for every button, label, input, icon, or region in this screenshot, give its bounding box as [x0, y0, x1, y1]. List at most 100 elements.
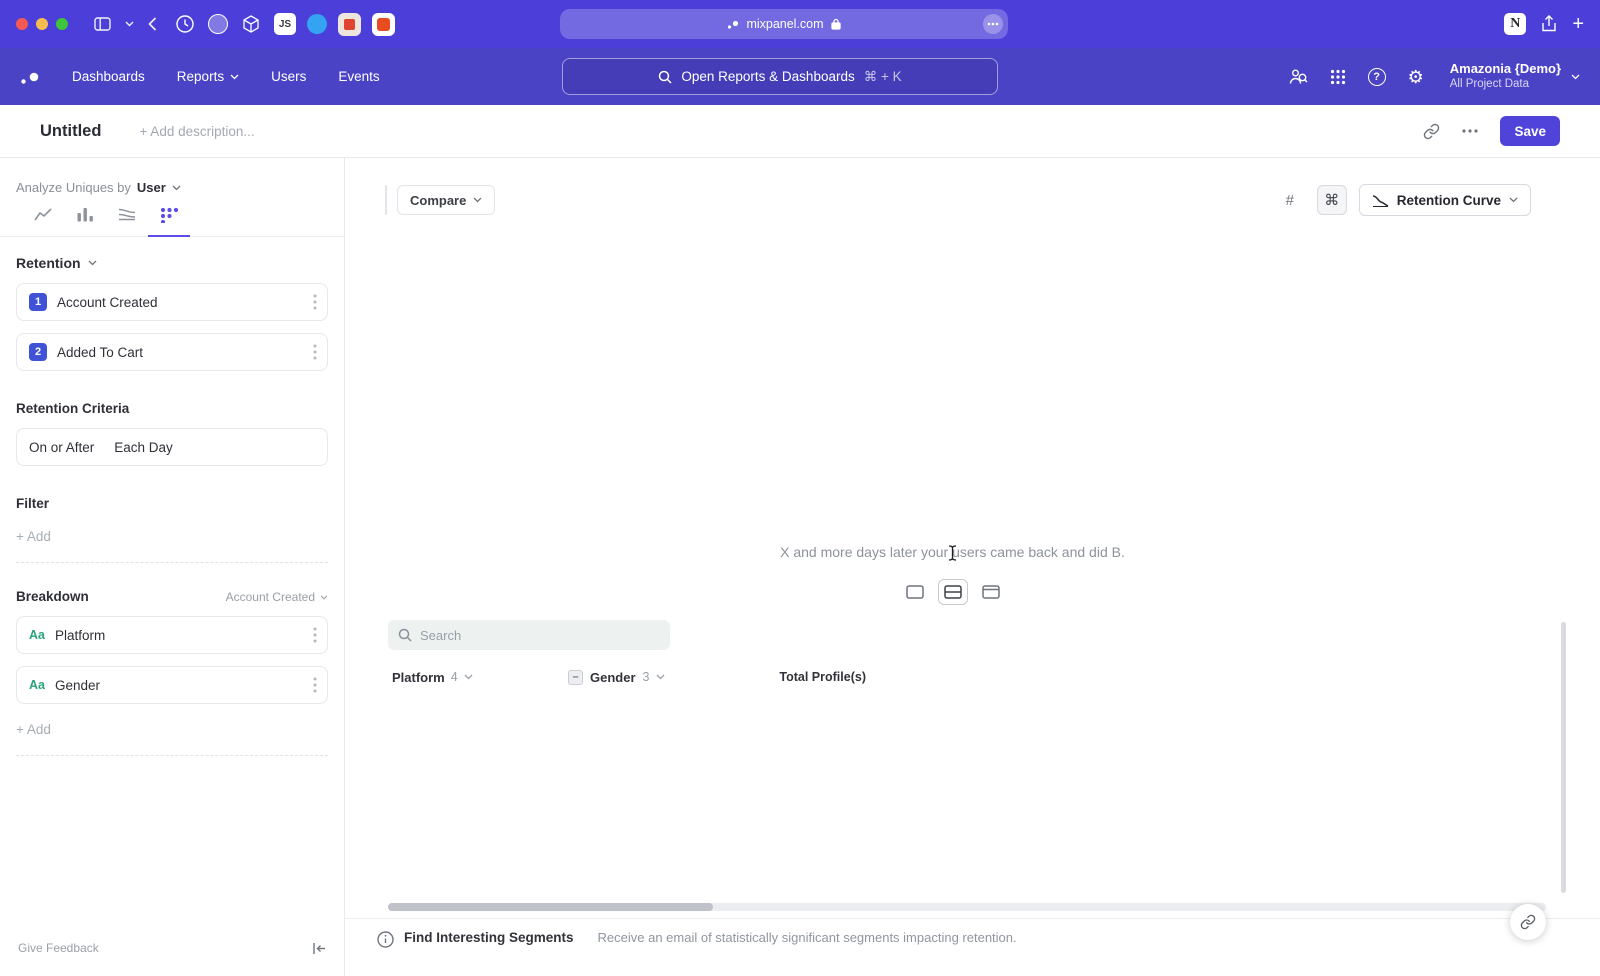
step-number-badge: 2: [29, 343, 47, 361]
lock-icon: [831, 18, 841, 30]
filter-heading: Filter: [16, 496, 328, 511]
back-button[interactable]: [148, 17, 157, 31]
help-icon[interactable]: ?: [1368, 68, 1386, 86]
keyboard-shortcuts-icon[interactable]: ⌘: [1317, 185, 1347, 215]
step-number-badge: 1: [29, 293, 47, 311]
extension-js-icon[interactable]: JS: [274, 13, 296, 35]
retention-table: Platform 4 – Gender 3 Total Profile(s): [388, 618, 1555, 899]
breakdown-label: Gender: [55, 678, 100, 693]
text-cursor: [948, 545, 957, 561]
mixpanel-favicon: [727, 18, 739, 30]
breakdown-platform[interactable]: Aa Platform: [16, 616, 328, 654]
extension-icon-5[interactable]: [307, 14, 327, 34]
retention-step-2[interactable]: 2 Added To Cart: [16, 333, 328, 371]
table-search[interactable]: [388, 620, 670, 650]
extension-icon-6[interactable]: [338, 13, 361, 36]
compare-button[interactable]: Compare: [397, 185, 495, 215]
sidebar-toggle-icon[interactable]: [94, 17, 111, 31]
search-shortcut: ⌘ + K: [864, 69, 902, 85]
copy-link-icon[interactable]: [1423, 123, 1440, 140]
nav-users[interactable]: Users: [271, 69, 306, 84]
tab-insights[interactable]: [22, 207, 64, 237]
kebab-menu-icon[interactable]: [313, 294, 317, 310]
global-search[interactable]: Open Reports & Dashboards ⌘ + K: [562, 58, 998, 95]
kebab-menu-icon[interactable]: [313, 677, 317, 693]
breakdown-add-button[interactable]: + Add: [16, 722, 328, 756]
extension-icon-2[interactable]: [208, 14, 228, 34]
extension-clock-icon[interactable]: [173, 12, 197, 36]
project-switcher[interactable]: Amazonia {Demo} All Project Data: [1446, 61, 1580, 92]
report-builder-sidebar: Analyze Uniques by User Retention 1 Acco…: [0, 158, 345, 976]
nav-reports[interactable]: Reports: [177, 69, 239, 84]
platform-column-header[interactable]: Platform 4: [388, 670, 568, 685]
chevron-down-icon: [464, 674, 473, 680]
nav-dashboards[interactable]: Dashboards: [72, 69, 145, 84]
breakdown-scope-dropdown[interactable]: Account Created: [226, 590, 328, 604]
minimize-window-button[interactable]: [36, 18, 48, 30]
site-options-icon[interactable]: [983, 14, 1003, 34]
tab-retention[interactable]: [148, 207, 190, 237]
vertical-scrollbar[interactable]: [1561, 622, 1566, 893]
breakdown-heading: Breakdown: [16, 589, 89, 604]
analyze-prefix: Analyze Uniques by: [16, 180, 131, 195]
more-options-icon[interactable]: [1462, 129, 1478, 133]
layout-chart-only-button[interactable]: [900, 579, 930, 605]
kebab-menu-icon[interactable]: [313, 344, 317, 360]
mixpanel-logo[interactable]: [20, 68, 44, 86]
retention-chart-svg: [375, 246, 1535, 538]
scrollbar-thumb[interactable]: [388, 903, 713, 911]
date-range-group: [385, 185, 387, 215]
horizontal-scrollbar[interactable]: [388, 903, 1546, 911]
retention-section-label[interactable]: Retention: [16, 255, 81, 271]
report-type-tabs: [0, 207, 344, 237]
gender-column-header[interactable]: – Gender 3: [568, 670, 765, 685]
settings-gear-icon[interactable]: ⚙: [1408, 68, 1424, 86]
analyze-entity-dropdown[interactable]: User: [137, 180, 166, 195]
link-icon: [1520, 914, 1536, 930]
browser-chrome: JS mixpanel.com N +: [0, 0, 1600, 48]
extension-cube-icon[interactable]: [239, 12, 263, 36]
share-link-floating-button[interactable]: [1510, 904, 1546, 940]
find-segments-label[interactable]: Find Interesting Segments: [404, 930, 574, 945]
criteria-condition[interactable]: On or After: [29, 440, 94, 455]
chevron-down-icon: [230, 74, 239, 80]
nav-events[interactable]: Events: [338, 69, 379, 84]
add-description[interactable]: + Add description...: [139, 124, 254, 139]
maximize-window-button[interactable]: [56, 18, 68, 30]
kebab-menu-icon[interactable]: [313, 627, 317, 643]
chevron-down-icon: [320, 595, 328, 600]
give-feedback-link[interactable]: Give Feedback: [18, 941, 99, 955]
layout-split-button[interactable]: [938, 579, 968, 605]
tab-flows[interactable]: [106, 207, 148, 237]
close-window-button[interactable]: [16, 18, 28, 30]
report-title[interactable]: Untitled: [40, 122, 101, 141]
indeterminate-checkbox-icon[interactable]: –: [568, 670, 583, 685]
collapse-sidebar-icon[interactable]: [312, 942, 326, 955]
find-segments-description: Receive an email of statistically signif…: [598, 930, 1017, 945]
user-lookup-icon[interactable]: [1289, 68, 1308, 85]
criteria-interval[interactable]: Each Day: [114, 440, 173, 455]
extension-icon-7[interactable]: [372, 13, 395, 36]
share-icon[interactable]: [1541, 15, 1557, 33]
apps-grid-icon[interactable]: [1330, 69, 1346, 85]
chevron-down-icon[interactable]: [125, 21, 134, 27]
filter-add-button[interactable]: + Add: [16, 529, 328, 563]
retention-step-1[interactable]: 1 Account Created: [16, 283, 328, 321]
save-button[interactable]: Save: [1500, 116, 1560, 146]
report-canvas: Compare # ⌘ Retention Curve X and more d…: [345, 158, 1600, 976]
chart-type-selector[interactable]: Retention Curve: [1359, 184, 1531, 216]
breakdown-gender[interactable]: Aa Gender: [16, 666, 328, 704]
platform-count: 4: [451, 670, 458, 684]
layout-table-only-button[interactable]: [976, 579, 1006, 605]
table-header-row: Platform 4 – Gender 3 Total Profile(s): [388, 662, 1555, 692]
project-subtitle: All Project Data: [1450, 77, 1561, 91]
table-search-input[interactable]: [420, 628, 640, 643]
tab-funnels[interactable]: [64, 207, 106, 237]
annotations-icon[interactable]: #: [1275, 185, 1305, 215]
retention-criteria-card[interactable]: On or After Each Day: [16, 428, 328, 466]
address-bar[interactable]: mixpanel.com: [560, 9, 1008, 39]
project-name: Amazonia {Demo}: [1450, 61, 1561, 77]
new-tab-icon[interactable]: +: [1572, 14, 1584, 34]
report-header: Untitled + Add description... Save: [0, 105, 1600, 158]
notion-extension-icon[interactable]: N: [1504, 13, 1526, 35]
